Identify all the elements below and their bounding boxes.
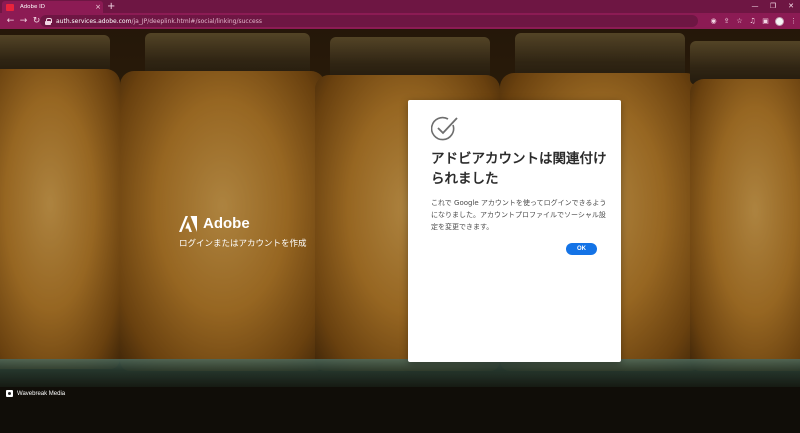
profile-icon[interactable] <box>775 16 784 26</box>
adobe-brand: Adobe <box>179 215 250 232</box>
adobe-logo-icon <box>179 215 197 232</box>
link-success-dialog: アドビアカウントは関連付けられました これで Google アカウントを使ってロ… <box>408 100 621 362</box>
checkmark-circle-icon <box>430 116 459 142</box>
address-bar[interactable]: auth.services.adobe.com /ja_JP/deeplink.… <box>40 15 698 27</box>
minimize-button[interactable]: — <box>746 0 764 13</box>
new-tab-button[interactable]: + <box>107 0 115 13</box>
credit-text: Wavebreak Media <box>17 390 66 397</box>
tab-strip: Adobe ID × + — ❐ ✕ <box>0 0 800 13</box>
tab-close-icon[interactable]: × <box>93 3 103 11</box>
url-path: /ja_JP/deeplink.html#/social/linking/suc… <box>131 17 262 25</box>
menu-icon[interactable]: ⋮ <box>787 13 800 29</box>
brand-tagline: ログインまたはアカウントを作成 <box>179 239 307 249</box>
sidepanel-icon[interactable]: ▣ <box>759 13 772 29</box>
login-page: Adobe ログインまたはアカウントを作成 アドビアカウントは関連付けられました… <box>0 29 800 433</box>
toolbar-icons: ◉ ⇪ ☆ ♫ ▣ ⋮ <box>707 13 800 29</box>
adobe-favicon-icon <box>6 3 14 11</box>
tab-adobe-id[interactable]: Adobe ID × <box>2 1 103 13</box>
back-button[interactable]: ← <box>4 13 17 29</box>
lock-icon[interactable] <box>45 17 52 25</box>
restore-button[interactable]: ❐ <box>764 0 782 13</box>
dialog-message: これで Google アカウントを使ってログインできるようになりました。アカウン… <box>431 199 607 231</box>
url-host: auth.services.adobe.com <box>56 17 132 25</box>
brand-name: Adobe <box>203 215 250 232</box>
dialog-title: アドビアカウントは関連付けられました <box>431 151 607 187</box>
media-icon[interactable]: ♫ <box>746 13 759 29</box>
close-window-button[interactable]: ✕ <box>782 0 800 13</box>
cast-icon[interactable]: ◉ <box>707 13 720 29</box>
forward-button[interactable]: → <box>17 13 30 29</box>
star-icon[interactable]: ☆ <box>733 13 746 29</box>
browser-toolbar: ← → ↻ auth.services.adobe.com /ja_JP/dee… <box>0 13 800 29</box>
window-controls: — ❐ ✕ <box>746 0 800 13</box>
photo-credit: Wavebreak Media <box>6 390 65 397</box>
tab-title: Adobe ID <box>20 4 46 10</box>
ok-button[interactable]: OK <box>566 243 597 255</box>
share-icon[interactable]: ⇪ <box>720 13 733 29</box>
camera-icon <box>6 390 13 397</box>
background-overlay <box>0 29 800 433</box>
